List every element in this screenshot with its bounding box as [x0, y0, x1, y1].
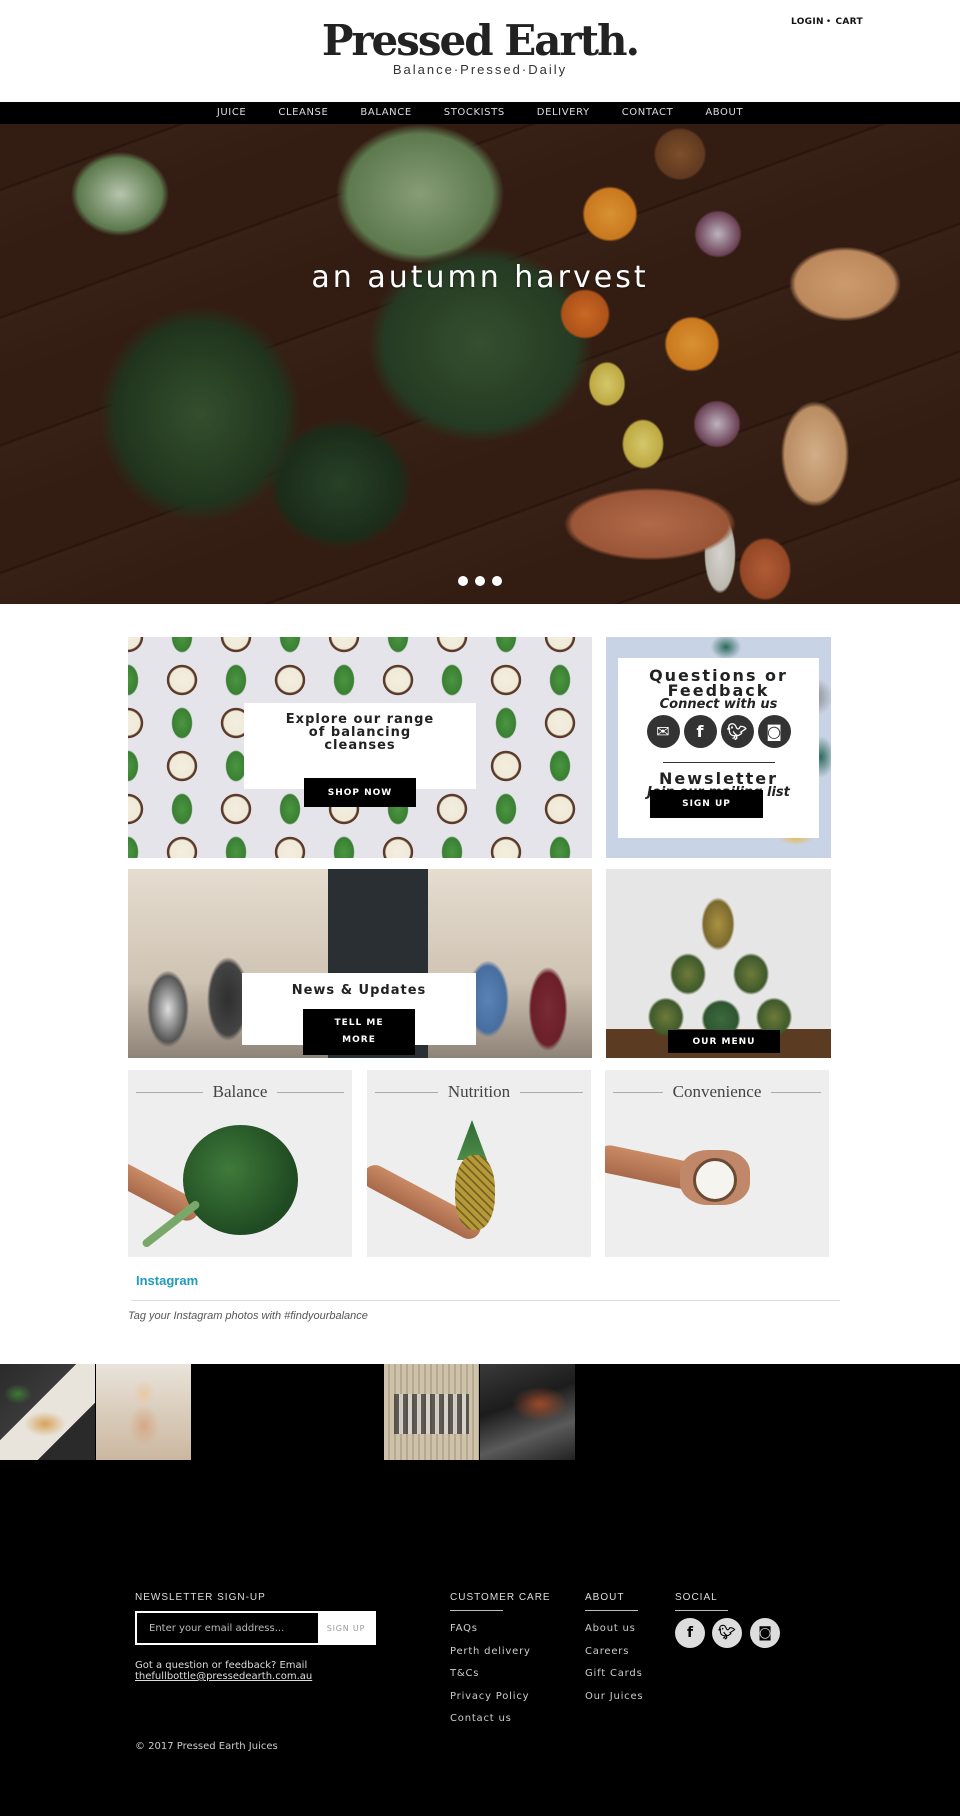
feature-header: Convenience: [613, 1082, 821, 1102]
feature-title: Convenience: [672, 1082, 762, 1101]
divider: [675, 1610, 728, 1611]
hero-title: an autumn harvest: [311, 260, 649, 295]
coconut-image: [605, 1130, 829, 1257]
footer-link-gift-cards[interactable]: Gift Cards: [585, 1668, 643, 1679]
button-line-1: TELL ME: [334, 1018, 384, 1028]
twitter-icon[interactable]: 🐦︎: [712, 1618, 742, 1648]
footer-link-faqs[interactable]: FAQs: [450, 1623, 478, 1634]
button-line-2: MORE: [342, 1035, 376, 1045]
cleanse-card: Explore our range of balancing cleanses: [244, 703, 476, 789]
email-input[interactable]: [137, 1613, 318, 1643]
divider: [771, 1091, 821, 1093]
instagram-feed: [0, 1364, 960, 1460]
nav-item-balance[interactable]: BALANCE: [360, 102, 411, 124]
divider: [131, 1300, 840, 1301]
twitter-icon[interactable]: 🐦︎: [720, 715, 754, 748]
divider: [450, 1610, 503, 1611]
connect-subheading: Connect with us: [659, 697, 778, 712]
logo-tagline: Balance·Pressed·Daily: [392, 62, 568, 77]
questions-heading: Questions or Feedback: [649, 666, 788, 700]
facebook-icon[interactable]: f: [683, 715, 717, 748]
footer-link-careers[interactable]: Careers: [585, 1646, 629, 1657]
separator: •: [825, 17, 832, 27]
divider: [662, 762, 775, 763]
instagram-photo[interactable]: [0, 1364, 95, 1460]
site-header: Pressed Earth. Balance·Pressed·Daily LOG…: [0, 0, 960, 102]
footer-link-tcs[interactable]: T&Cs: [450, 1668, 479, 1679]
newsletter-heading: Newsletter: [659, 769, 778, 788]
cleanse-promo-tile[interactable]: Explore our range of balancing cleanses …: [128, 637, 592, 858]
question-text: Got a question or feedback? Email: [135, 1660, 308, 1671]
divider: [375, 1091, 438, 1093]
nav-item-contact[interactable]: CONTACT: [622, 102, 674, 124]
footer-link-contact[interactable]: Contact us: [450, 1713, 512, 1724]
instagram-tagline: Tag your Instagram photos with #findyour…: [128, 1310, 368, 1322]
footer-link-privacy[interactable]: Privacy Policy: [450, 1691, 529, 1702]
shop-now-button[interactable]: SHOP NOW: [304, 778, 416, 807]
slide-dot-3[interactable]: [492, 576, 502, 586]
instagram-photo[interactable]: [384, 1364, 479, 1460]
divider: [277, 1091, 344, 1093]
hero-slideshow[interactable]: an autumn harvest: [0, 124, 960, 604]
slide-dots: [0, 576, 960, 586]
divider: [136, 1091, 203, 1093]
contact-text: Got a question or feedback? Email theful…: [135, 1660, 312, 1682]
email-link[interactable]: thefullbottle@pressedearth.com.au: [135, 1671, 312, 1682]
menu-tile[interactable]: OUR MENU: [606, 869, 831, 1058]
instagram-photo[interactable]: [480, 1364, 575, 1460]
footer-link-our-juices[interactable]: Our Juices: [585, 1691, 643, 1702]
email-icon[interactable]: ✉: [646, 715, 680, 748]
account-links: LOGIN • CART: [791, 17, 863, 27]
feature-title: Balance: [212, 1082, 268, 1101]
news-tile[interactable]: News & Updates TELL ME MORE: [128, 869, 592, 1058]
divider: [585, 1610, 638, 1611]
kale-image: [128, 1125, 352, 1257]
instagram-photo[interactable]: [96, 1364, 191, 1460]
contact-social-icons: ✉ f 🐦︎ ◙: [618, 715, 819, 748]
social-heading: SOCIAL: [675, 1592, 718, 1603]
feature-convenience[interactable]: Convenience: [605, 1070, 829, 1257]
footer-link-perth-delivery[interactable]: Perth delivery: [450, 1646, 531, 1657]
nav-item-about[interactable]: ABOUT: [705, 102, 743, 124]
feature-balance[interactable]: Balance: [128, 1070, 352, 1257]
nav-item-delivery[interactable]: DELIVERY: [537, 102, 590, 124]
facebook-icon[interactable]: f: [675, 1618, 705, 1648]
login-link[interactable]: LOGIN: [791, 17, 824, 27]
nav-item-cleanse[interactable]: CLEANSE: [278, 102, 328, 124]
news-heading: News & Updates: [291, 983, 427, 998]
copyright: © 2017 Pressed Earth Juices: [135, 1741, 278, 1752]
newsletter-form: SIGN UP: [135, 1611, 376, 1645]
feature-title: Nutrition: [447, 1082, 511, 1101]
divider: [613, 1091, 663, 1093]
feature-nutrition[interactable]: Nutrition: [367, 1070, 591, 1257]
footer-link-about-us[interactable]: About us: [585, 1623, 636, 1634]
instagram-heading[interactable]: Instagram: [136, 1273, 198, 1288]
feature-header: Balance: [136, 1082, 344, 1102]
nav-item-stockists[interactable]: STOCKISTS: [444, 102, 505, 124]
customer-care-heading: CUSTOMER CARE: [450, 1592, 551, 1603]
feature-header: Nutrition: [375, 1082, 583, 1102]
nav-item-juice[interactable]: JUICE: [217, 102, 247, 124]
our-menu-button[interactable]: OUR MENU: [668, 1030, 780, 1053]
pineapple-image: [367, 1120, 591, 1257]
sign-up-button[interactable]: SIGN UP: [650, 790, 763, 818]
cleanse-heading: Explore our range of balancing cleanses: [285, 712, 435, 753]
divider: [520, 1091, 583, 1093]
tell-me-more-button[interactable]: TELL ME MORE: [303, 1009, 415, 1055]
main-nav: JUICE CLEANSE BALANCE STOCKISTS DELIVERY…: [0, 102, 960, 124]
contact-newsletter-tile: Questions or Feedback Connect with us ✉ …: [606, 637, 831, 858]
slide-dot-2[interactable]: [475, 576, 485, 586]
cart-link[interactable]: CART: [835, 17, 862, 27]
about-heading: ABOUT: [585, 1592, 625, 1603]
instagram-icon[interactable]: ◙: [757, 715, 791, 748]
site-footer: NEWSLETTER SIGN-UP SIGN UP Got a questio…: [0, 1460, 960, 1816]
instagram-icon[interactable]: ◙: [750, 1618, 780, 1648]
slide-dot-1[interactable]: [458, 576, 468, 586]
newsletter-heading: NEWSLETTER SIGN-UP: [135, 1592, 266, 1603]
footer-sign-up-button[interactable]: SIGN UP: [318, 1613, 374, 1643]
